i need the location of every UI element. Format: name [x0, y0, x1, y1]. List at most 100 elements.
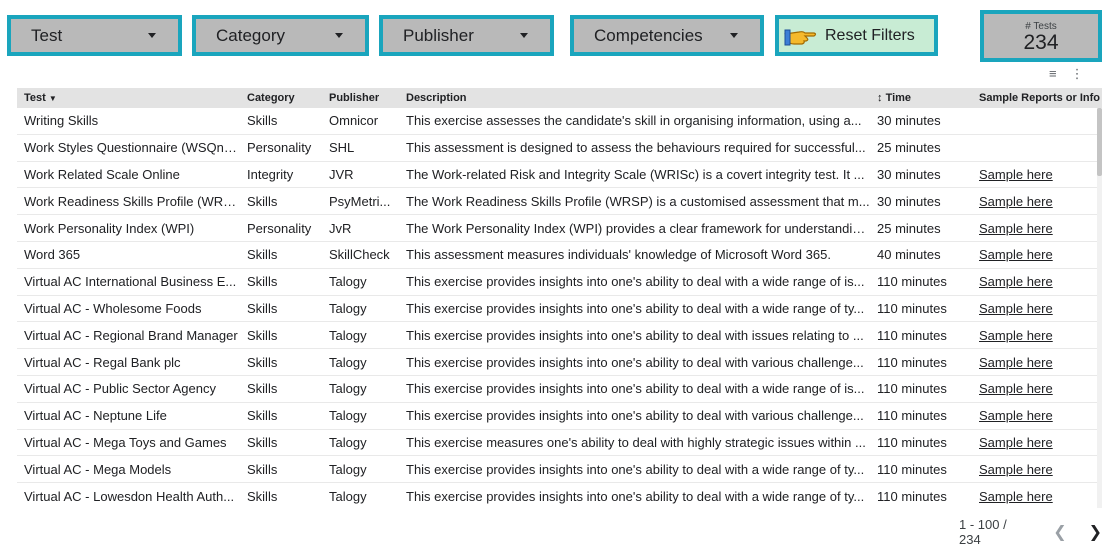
- column-header-category[interactable]: Category: [240, 92, 322, 104]
- publisher-cell: Talogy: [329, 300, 367, 316]
- table-row[interactable]: Virtual AC International Business E... Sk…: [17, 269, 1102, 296]
- sample-link[interactable]: Sample here: [979, 274, 1053, 289]
- description-cell: This exercise provides insights into one…: [406, 300, 865, 316]
- sample-link[interactable]: Sample here: [979, 328, 1053, 343]
- column-header-publisher[interactable]: Publisher: [322, 92, 399, 104]
- time-cell: 110 minutes: [877, 300, 947, 316]
- tests-table: Test ▼ Category Publisher Description ↕ T…: [17, 88, 1102, 509]
- description-cell: This assessment is designed to assess th…: [406, 140, 866, 156]
- test-name-cell: Virtual AC - Lowesdon Health Auth...: [24, 488, 235, 504]
- competencies-filter-label: Competencies: [594, 25, 703, 45]
- category-cell: Integrity: [247, 166, 294, 182]
- description-cell: This exercise provides insights into one…: [406, 408, 864, 424]
- column-header-description[interactable]: Description: [399, 92, 870, 104]
- sample-cell: Sample here: [972, 381, 1102, 396]
- sample-cell: Sample here: [972, 274, 1102, 289]
- test-filter-dropdown[interactable]: Test: [7, 15, 182, 56]
- sample-link[interactable]: Sample here: [979, 194, 1053, 209]
- sample-link[interactable]: Sample here: [979, 462, 1053, 477]
- table-row[interactable]: Work Readiness Skills Profile (WRS... Ski…: [17, 188, 1102, 216]
- sample-cell: Sample here: [972, 301, 1102, 316]
- test-name-cell: Virtual AC - Public Sector Agency: [24, 381, 216, 397]
- time-cell: 110 minutes: [877, 434, 947, 450]
- table-row[interactable]: Virtual AC - Mega Models Skills Talogy This…: [17, 456, 1102, 484]
- time-cell: 110 minutes: [877, 461, 947, 477]
- column-header-sample[interactable]: Sample Reports or Info: [972, 92, 1102, 104]
- description-cell: This exercise provides insights into one…: [406, 488, 865, 504]
- table-toolbar: ≡ ⋮: [1049, 66, 1084, 82]
- sample-link[interactable]: Sample here: [979, 355, 1053, 370]
- publisher-cell: Talogy: [329, 274, 367, 290]
- description-cell: This exercise provides insights into one…: [406, 274, 865, 290]
- table-row[interactable]: Word 365 Skills SkillCheck This assessment …: [17, 242, 1102, 269]
- reset-filters-button[interactable]: Reset Filters: [775, 15, 938, 56]
- sample-link[interactable]: Sample here: [979, 489, 1053, 504]
- publisher-cell: Talogy: [329, 408, 367, 424]
- caret-down-icon: [520, 33, 528, 38]
- publisher-cell: JVR: [329, 166, 354, 182]
- table-row[interactable]: Virtual AC - Mega Toys and Games Skills Ta…: [17, 430, 1102, 457]
- sample-cell: Sample here: [972, 355, 1102, 370]
- test-name-cell: Virtual AC - Mega Models: [24, 461, 172, 477]
- scrollbar-thumb[interactable]: [1097, 108, 1102, 176]
- category-cell: Skills: [247, 408, 278, 424]
- publisher-cell: Talogy: [329, 327, 367, 343]
- chevron-left-icon[interactable]: ❮: [1053, 522, 1066, 542]
- column-header-test[interactable]: Test ▼: [17, 92, 240, 104]
- publisher-cell: SkillCheck: [329, 247, 390, 263]
- time-cell: 110 minutes: [877, 488, 947, 504]
- sample-link[interactable]: Sample here: [979, 301, 1053, 316]
- sample-cell: Sample here: [972, 489, 1102, 504]
- publisher-cell: Talogy: [329, 354, 367, 370]
- test-name-cell: Work Styles Questionnaire (WSQn) ...: [24, 140, 240, 156]
- category-cell: Personality: [247, 220, 312, 236]
- category-filter-dropdown[interactable]: Category: [192, 15, 369, 56]
- caret-down-icon: [335, 33, 343, 38]
- time-cell: 30 minutes: [877, 113, 941, 129]
- category-cell: Personality: [247, 140, 312, 156]
- publisher-cell: Talogy: [329, 461, 367, 477]
- table-body: Writing Skills Skills Omnicor This exercise…: [17, 108, 1102, 509]
- pointing-hand-icon: [784, 29, 817, 45]
- filter-lines-icon[interactable]: ≡: [1049, 67, 1057, 81]
- table-row[interactable]: Virtual AC - Lowesdon Health Auth... Skil…: [17, 483, 1102, 509]
- category-cell: Skills: [247, 434, 278, 450]
- publisher-cell: Omnicor: [329, 113, 379, 129]
- table-row[interactable]: Virtual AC - Public Sector Agency Skills T…: [17, 376, 1102, 403]
- category-cell: Skills: [247, 327, 278, 343]
- table-row[interactable]: Virtual AC - Neptune Life Skills Talogy Thi…: [17, 403, 1102, 430]
- sample-link[interactable]: Sample here: [979, 221, 1053, 236]
- table-row[interactable]: Work Styles Questionnaire (WSQn) ... Pers…: [17, 135, 1102, 162]
- table-row[interactable]: Writing Skills Skills Omnicor This exercise…: [17, 108, 1102, 135]
- table-row[interactable]: Virtual AC - Regal Bank plc Skills Talogy T…: [17, 349, 1102, 376]
- test-name-cell: Virtual AC - Regional Brand Manager: [24, 327, 238, 343]
- test-name-cell: Word 365: [24, 247, 81, 263]
- table-row[interactable]: Virtual AC - Regional Brand Manager Skill…: [17, 322, 1102, 350]
- publisher-filter-label: Publisher: [403, 25, 474, 45]
- competencies-filter-dropdown[interactable]: Competencies: [570, 15, 764, 56]
- publisher-cell: SHL: [329, 140, 355, 156]
- sample-link[interactable]: Sample here: [979, 408, 1053, 423]
- sample-link[interactable]: Sample here: [979, 167, 1053, 182]
- table-row[interactable]: Virtual AC - Wholesome Foods Skills Talogy…: [17, 296, 1102, 323]
- publisher-filter-dropdown[interactable]: Publisher: [379, 15, 554, 56]
- more-vert-icon[interactable]: ⋮: [1071, 67, 1084, 81]
- category-cell: Skills: [247, 381, 278, 397]
- sample-link[interactable]: Sample here: [979, 247, 1053, 262]
- reset-filters-label: Reset Filters: [825, 26, 915, 44]
- sort-toggle-icon: ↕: [877, 92, 883, 104]
- category-cell: Skills: [247, 461, 278, 477]
- description-cell: The Work-related Risk and Integrity Scal…: [406, 166, 865, 182]
- description-cell: The Work Personality Index (WPI) provide…: [406, 220, 870, 236]
- table-row[interactable]: Work Related Scale Online Integrity JVR The…: [17, 162, 1102, 189]
- sample-link[interactable]: Sample here: [979, 435, 1053, 450]
- time-cell: 25 minutes: [877, 140, 941, 156]
- pagination-range: 1 - 100 / 234: [959, 517, 1007, 547]
- table-scrollbar[interactable]: [1097, 108, 1102, 508]
- sample-link[interactable]: Sample here: [979, 381, 1053, 396]
- description-cell: This exercise measures one's ability to …: [406, 434, 866, 450]
- time-cell: 110 minutes: [877, 274, 947, 290]
- chevron-right-icon[interactable]: ❯: [1089, 522, 1102, 542]
- column-header-time[interactable]: ↕ Time: [870, 92, 972, 104]
- table-row[interactable]: Work Personality Index (WPI) Personality J…: [17, 215, 1102, 242]
